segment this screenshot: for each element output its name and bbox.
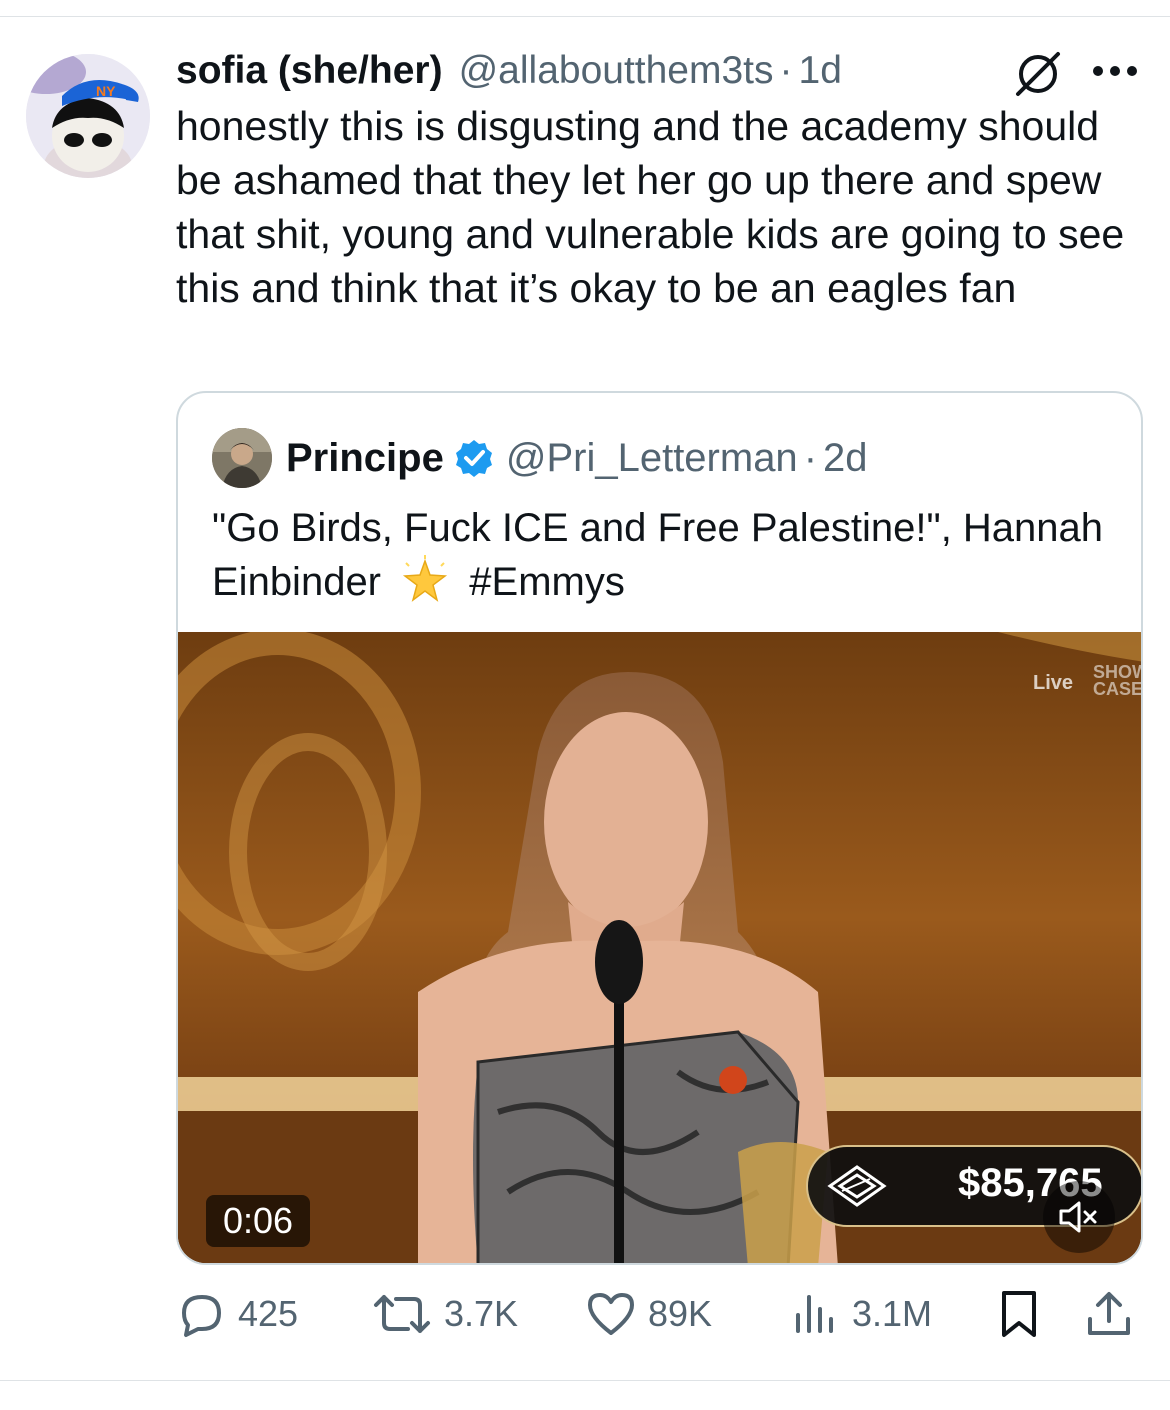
video-player[interactable]: Live SHOW CASE $85,765 0:06 — [178, 632, 1143, 1263]
svg-text:NY: NY — [96, 83, 116, 99]
share-icon — [1088, 1292, 1130, 1335]
heart-icon — [588, 1293, 634, 1335]
hashtag-link[interactable]: #Emmys — [469, 560, 625, 604]
video-timer: 0:06 — [206, 1195, 310, 1247]
views-count: 3.1M — [852, 1293, 933, 1334]
quoted-display-name[interactable]: Principe — [286, 436, 444, 481]
author-avatar[interactable]: NY — [26, 54, 150, 178]
verified-badge-icon[interactable] — [454, 438, 494, 478]
tweet-header: sofia (she/her) @allaboutthem3ts · 1d — [176, 48, 842, 94]
views-button[interactable]: 3.1M — [790, 1286, 932, 1342]
reply-button[interactable]: 425 — [176, 1286, 298, 1342]
quoted-handle[interactable]: @Pri_Letterman — [506, 436, 798, 481]
broadcaster-show-label: SHOW CASE — [1093, 662, 1143, 699]
views-icon — [796, 1295, 833, 1333]
quoted-timestamp[interactable]: 2d — [823, 436, 868, 481]
bookmark-button[interactable] — [994, 1286, 1044, 1342]
grok-icon[interactable] — [1012, 50, 1064, 98]
repost-count: 3.7K — [444, 1293, 519, 1334]
bookmark-icon — [1002, 1291, 1036, 1337]
top-divider — [0, 16, 1170, 17]
tweet-action-bar: 425 3.7K 89K 3.1M — [176, 1286, 1138, 1342]
more-options-icon[interactable] — [1092, 60, 1138, 82]
bottom-divider — [0, 1380, 1170, 1381]
reply-count: 425 — [238, 1293, 299, 1334]
repost-button[interactable]: 3.7K — [372, 1286, 518, 1342]
like-button[interactable]: 89K — [586, 1286, 712, 1342]
reply-icon — [182, 1295, 221, 1337]
glowing-star-icon — [403, 555, 448, 602]
quoted-tweet-card[interactable]: Principe @Pri_Letterman · 2d "Go Birds, … — [176, 391, 1143, 1265]
broadcaster-live-label: Live — [1033, 672, 1074, 694]
mute-button[interactable] — [1043, 1181, 1115, 1253]
boys-girls-club-logo-icon — [827, 1165, 887, 1207]
author-display-name[interactable]: sofia (she/her) — [176, 49, 443, 93]
quoted-tweet-header: Principe @Pri_Letterman · 2d — [286, 431, 868, 485]
like-count: 89K — [648, 1293, 713, 1334]
quoted-avatar-image — [212, 428, 272, 488]
quoted-author-avatar[interactable] — [212, 428, 272, 488]
header-separator: · — [779, 49, 793, 92]
quoted-text-main: "Go Birds, Fuck ICE and Free Palestine!"… — [212, 506, 1104, 604]
share-button[interactable] — [1084, 1286, 1134, 1342]
quoted-tweet-text: "Go Birds, Fuck ICE and Free Palestine!"… — [212, 501, 1112, 609]
quoted-header-separator: · — [803, 435, 818, 480]
author-handle[interactable]: @allaboutthem3ts — [459, 49, 774, 93]
repost-icon — [374, 1295, 430, 1333]
avatar-image: NY — [26, 54, 150, 178]
tweet-timestamp[interactable]: 1d — [799, 49, 842, 93]
tweet-text: honestly this is disgusting and the acad… — [176, 103, 1125, 311]
speaker-muted-icon — [1059, 1201, 1097, 1233]
